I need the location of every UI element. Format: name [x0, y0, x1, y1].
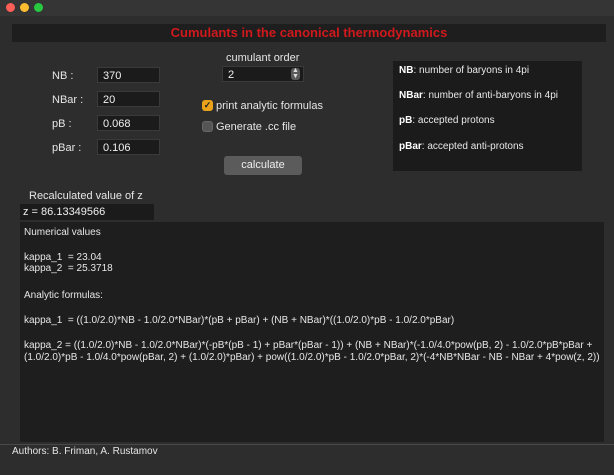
stepper-arrows-icon[interactable]: ▲ ▼ [291, 67, 300, 80]
kappa-2-formula: kappa_2 = ((1.0/2.0)*NB - 1.0/2.0*NBar)*… [24, 340, 600, 363]
kappa-1-formula: kappa_1 = ((1.0/2.0)*NB - 1.0/2.0*NBar)*… [24, 315, 455, 326]
app-title: Cumulants in the canonical thermodynamic… [12, 24, 606, 42]
output-panel[interactable]: Numerical values kappa_1 = 23.04 kappa_2… [20, 222, 604, 442]
legend-nb: NB: number of baryons in 4pi [399, 65, 530, 76]
generate-cc-label[interactable]: Generate .cc file [216, 121, 296, 133]
zoom-window-icon[interactable] [34, 3, 43, 12]
legend-nbar: NBar: number of anti-baryons in 4pi [399, 90, 558, 101]
nbar-field[interactable]: 20 [97, 91, 160, 107]
close-window-icon[interactable] [6, 3, 15, 12]
minimize-window-icon[interactable] [20, 3, 29, 12]
cumulant-order-stepper[interactable]: 2 ▲ ▼ [222, 66, 304, 82]
analytic-heading: Analytic formulas: [24, 290, 103, 301]
legend-pbar: pBar: accepted anti-protons [399, 141, 524, 152]
nb-field[interactable]: 370 [97, 67, 160, 83]
pb-field[interactable]: 0.068 [97, 115, 160, 131]
print-analytic-checkbox[interactable]: ✓ [202, 100, 213, 111]
legend-box: NB: number of baryons in 4pi NBar: numbe… [393, 61, 582, 171]
kappa-1-value: kappa_1 = 23.04 [24, 252, 102, 263]
kappa-2-value: kappa_2 = 25.3718 [24, 263, 113, 274]
pbar-label: pBar : [52, 142, 82, 154]
print-analytic-label[interactable]: print analytic formulas [216, 100, 323, 112]
z-value-field: z = 86.13349566 [20, 204, 154, 220]
calculate-button[interactable]: calculate [224, 156, 302, 175]
nbar-label: NBar : [52, 94, 84, 106]
pb-label: pB : [52, 118, 72, 130]
legend-pb: pB: accepted protons [399, 115, 495, 126]
pbar-field[interactable]: 0.106 [97, 139, 160, 155]
main-window: Cumulants in the canonical thermodynamic… [0, 16, 614, 475]
cumulant-order-label: cumulant order [226, 52, 300, 64]
footer-divider [0, 444, 614, 445]
cumulant-order-value: 2 [228, 69, 235, 81]
titlebar [0, 0, 614, 16]
z-label: Recalculated value of z [29, 190, 143, 202]
generate-cc-checkbox[interactable] [202, 121, 213, 132]
nb-label: NB : [52, 70, 74, 82]
authors-label: Authors: B. Friman, A. Rustamov [12, 446, 158, 457]
numerical-heading: Numerical values [24, 227, 101, 238]
